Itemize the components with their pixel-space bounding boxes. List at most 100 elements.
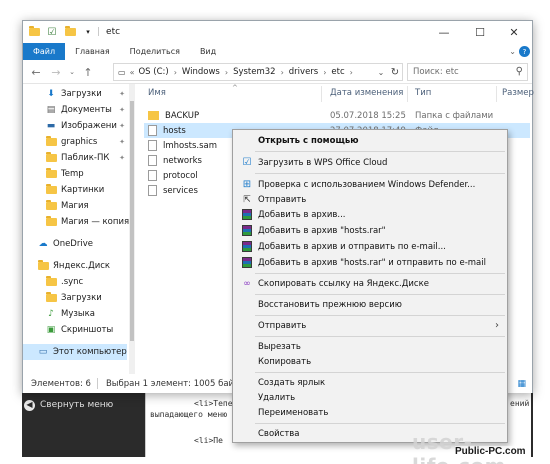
menu-item-add-to-hosts-rar[interactable]: Добавить в архив "hosts.rar" (235, 223, 505, 238)
title-bar: ☑ ▾ | etc — ☐ ✕ (23, 21, 532, 43)
menu-item-send-to[interactable]: Отправить › (235, 318, 505, 333)
properties-icon[interactable]: ☑ (45, 25, 59, 39)
nav-item-yandex-downloads[interactable]: Загрузки (23, 290, 127, 306)
column-header-size[interactable]: Размер (502, 88, 534, 98)
address-bar[interactable]: ▭ « OS (C:) › Windows › System32 › drive… (113, 63, 403, 81)
menu-item-open-with[interactable]: Открыть с помощью (235, 133, 505, 148)
breadcrumb-os[interactable]: OS (C:) (138, 67, 168, 77)
menu-separator (255, 372, 505, 373)
breadcrumb-drivers[interactable]: drivers (289, 67, 318, 77)
column-header-name[interactable]: Имя (148, 88, 166, 98)
chevron-right-icon[interactable]: › (350, 68, 353, 77)
context-menu: Открыть с помощью ☑ Загрузить в WPS Offi… (232, 129, 508, 443)
file-row[interactable]: BACKUP 05.07.2018 15:25 Папка с файлами (144, 108, 530, 123)
menu-item-add-to-archive[interactable]: Добавить в архив... (235, 207, 505, 222)
menu-item-create-shortcut[interactable]: Создать ярлык (235, 375, 505, 390)
menu-item-wps-cloud[interactable]: ☑ Загрузить в WPS Office Cloud (235, 155, 505, 170)
collapse-menu-label: Свернуть меню (40, 400, 114, 410)
menu-item-rename[interactable]: Переименовать (235, 405, 505, 420)
back-icon[interactable]: ← (29, 64, 43, 80)
folder-icon (148, 111, 159, 120)
menu-item-delete[interactable]: Удалить (235, 390, 505, 405)
pin-icon[interactable]: ✦ (119, 138, 125, 146)
breadcrumb-etc[interactable]: etc (331, 67, 344, 77)
tab-view[interactable]: Вид (190, 43, 226, 60)
overflow-chevron-icon[interactable]: « (130, 68, 135, 77)
menu-item-hosts-rar-and-email[interactable]: Добавить в архив "hosts.rar" и отправить… (235, 255, 505, 270)
menu-item-restore-version[interactable]: Восстановить прежнюю версию (235, 297, 505, 312)
nav-item-onedrive[interactable]: ☁ OneDrive (23, 236, 127, 252)
menu-item-label: Добавить в архив и отправить по e-mail..… (258, 241, 446, 252)
column-divider[interactable] (496, 86, 497, 102)
menu-item-defender[interactable]: ⊞ Проверка с использованием Windows Defe… (235, 177, 505, 192)
nav-item-sync[interactable]: .sync (23, 274, 127, 290)
expand-ribbon-icon[interactable]: ⌄ (509, 47, 516, 56)
chevron-right-icon[interactable]: › (281, 68, 284, 77)
pin-icon[interactable]: ✦ (119, 122, 125, 130)
help-icon[interactable]: ? (519, 46, 530, 57)
nav-item-graphics[interactable]: graphics ✦ (23, 134, 127, 150)
nav-item-documents[interactable]: ▤ Документы ✦ (23, 102, 127, 118)
menu-item-copy[interactable]: Копировать (235, 354, 505, 369)
large-icons-view-icon[interactable]: ▦ (517, 379, 526, 389)
column-header-date[interactable]: Дата изменения (330, 88, 403, 98)
nav-item-label: Музыка (61, 309, 95, 319)
item-count: Элементов: 6 (31, 378, 91, 389)
forward-icon[interactable]: → (49, 64, 63, 80)
menu-item-yandex-link[interactable]: ∞ Скопировать ссылку на Яндекс.Диске (235, 276, 505, 291)
folder-icon (45, 184, 57, 195)
chevron-right-icon[interactable]: › (174, 68, 177, 77)
column-header-type[interactable]: Тип (415, 88, 431, 98)
nav-item-magiya[interactable]: Магия (23, 198, 127, 214)
menu-item-cut[interactable]: Вырезать (235, 339, 505, 354)
pin-icon[interactable]: ✦ (119, 106, 125, 114)
minimize-button[interactable]: — (429, 21, 459, 43)
pin-icon[interactable]: ✦ (119, 154, 125, 162)
nav-item-yandex-disk[interactable]: Яндекс.Диск (23, 258, 127, 274)
computer-icon: ▭ (38, 347, 48, 357)
menu-item-share[interactable]: ⇱ Отправить (235, 192, 505, 207)
menu-item-archive-and-email[interactable]: Добавить в архив и отправить по e-mail..… (235, 239, 505, 254)
documents-icon: ▤ (46, 105, 56, 115)
tab-home[interactable]: Главная (65, 43, 120, 60)
menu-item-label: Переименовать (258, 407, 329, 418)
nav-item-public-pc[interactable]: Паблик-ПК ✦ (23, 150, 127, 166)
nav-item-music[interactable]: ♪ Музыка (23, 306, 127, 322)
refresh-icon[interactable]: ↻ (387, 64, 403, 80)
nav-item-downloads[interactable]: ⬇ Загрузки ✦ (23, 86, 127, 102)
breadcrumb-system32[interactable]: System32 (233, 67, 276, 77)
file-name: hosts (163, 125, 186, 136)
nav-item-magiya-copy[interactable]: Магия — копия (23, 214, 129, 230)
nav-item-label: Картинки (61, 185, 105, 195)
chevron-right-icon[interactable]: › (323, 68, 326, 77)
nav-item-screenshots[interactable]: ▣ Скриншоты (23, 322, 127, 338)
tab-share[interactable]: Поделиться (120, 43, 190, 60)
nav-item-pictures[interactable]: ▬ Изображени ✦ (23, 118, 127, 134)
search-icon[interactable]: ⚲ (516, 66, 523, 77)
new-folder-icon[interactable] (63, 25, 77, 39)
menu-item-label: Восстановить прежнюю версию (258, 299, 402, 310)
nav-item-this-pc[interactable]: ▭ Этот компьютер (23, 344, 127, 360)
nav-scrollbar-thumb[interactable] (130, 101, 134, 341)
customize-toolbar-icon[interactable]: ▾ (81, 25, 95, 39)
close-button[interactable]: ✕ (499, 21, 529, 43)
nav-item-label: graphics (61, 137, 98, 147)
tab-file[interactable]: Файл (23, 43, 66, 60)
address-dropdown-icon[interactable]: ⌄ (375, 64, 387, 80)
up-icon[interactable]: ↑ (81, 64, 95, 80)
chevron-right-icon[interactable]: › (225, 68, 228, 77)
winrar-icon (241, 209, 253, 221)
breadcrumb-windows[interactable]: Windows (182, 67, 220, 77)
file-date: 05.07.2018 15:25 (330, 110, 406, 121)
collapse-menu-button[interactable]: ◀ Свернуть меню (24, 397, 144, 413)
nav-item-label: OneDrive (53, 239, 93, 249)
nav-item-temp[interactable]: Temp (23, 166, 127, 182)
column-divider[interactable] (407, 86, 408, 102)
search-box[interactable]: Поиск: etc ⚲ (407, 63, 528, 81)
recent-locations-icon[interactable]: ⌄ (65, 64, 79, 80)
nav-item-kartinki[interactable]: Картинки (23, 182, 127, 198)
pin-icon[interactable]: ✦ (119, 90, 125, 98)
maximize-button[interactable]: ☐ (465, 21, 495, 43)
column-divider[interactable] (321, 86, 322, 102)
navigation-bar: ← → ⌄ ↑ ▭ « OS (C:) › Windows › System32… (23, 60, 532, 84)
